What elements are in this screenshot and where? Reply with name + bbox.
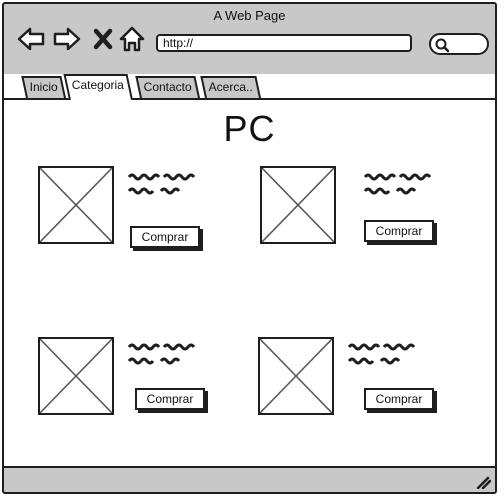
status-bar xyxy=(4,466,495,492)
product-card: Comprar xyxy=(38,337,238,427)
product-image-placeholder xyxy=(38,337,114,415)
arrow-right-icon[interactable] xyxy=(52,24,82,54)
home-icon[interactable] xyxy=(118,24,148,54)
resize-grip-icon[interactable] xyxy=(475,475,491,489)
search-icon xyxy=(435,38,450,53)
close-icon[interactable] xyxy=(90,24,120,54)
search-input[interactable] xyxy=(429,33,489,55)
product-card: Comprar xyxy=(258,337,458,427)
product-description-placeholder xyxy=(128,173,196,195)
tab-contacto[interactable]: Contacto xyxy=(135,76,201,98)
buy-button[interactable]: Comprar xyxy=(135,388,205,410)
tab-inicio[interactable]: Inicio xyxy=(21,76,67,98)
product-card: Comprar xyxy=(38,166,238,256)
buy-button[interactable]: Comprar xyxy=(130,226,200,248)
product-description-placeholder xyxy=(348,343,416,365)
product-image-placeholder xyxy=(260,166,336,244)
address-bar[interactable]: http:// xyxy=(156,34,412,52)
product-description-placeholder xyxy=(128,343,196,365)
window-title: A Web Page xyxy=(213,8,286,23)
tab-acerca[interactable]: Acerca.. xyxy=(200,76,262,98)
browser-window: A Web Page http:// Inicio Categoria Cont… xyxy=(2,2,497,494)
product-card: Comprar xyxy=(260,166,460,256)
buy-button[interactable]: Comprar xyxy=(364,388,434,410)
page-title: PC xyxy=(223,108,276,149)
product-image-placeholder xyxy=(38,166,114,244)
tab-categoria[interactable]: Categoria xyxy=(63,74,134,100)
browser-toolbar: A Web Page http:// xyxy=(4,4,495,74)
product-image-placeholder xyxy=(258,337,334,415)
buy-button[interactable]: Comprar xyxy=(364,220,434,242)
arrow-left-icon[interactable] xyxy=(16,24,46,54)
tab-bar: Inicio Categoria Contacto Acerca.. xyxy=(4,74,495,100)
product-description-placeholder xyxy=(364,173,432,195)
